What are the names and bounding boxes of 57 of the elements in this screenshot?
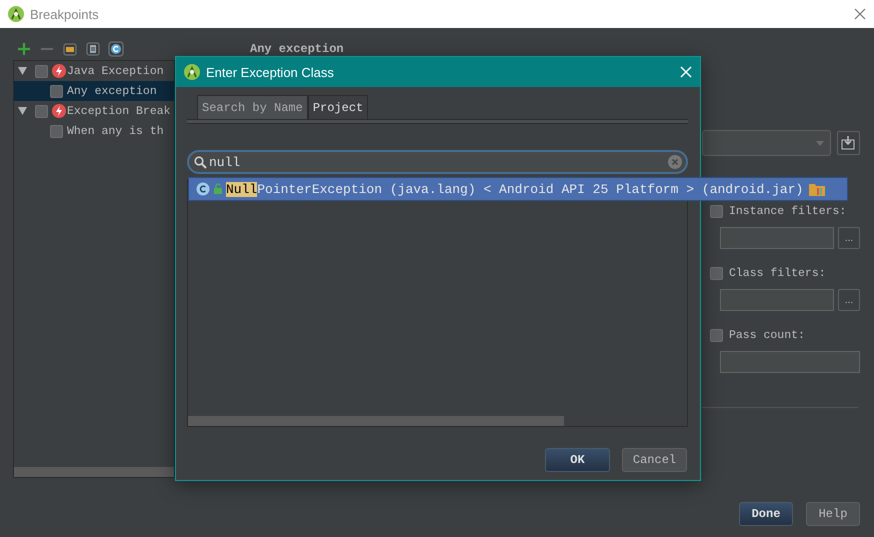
checkbox[interactable] [50,84,63,98]
scrollbar[interactable] [188,416,564,426]
result-text: NullPointerException (java.lang) < Android API 25 Platform > (android.jar) [226,182,804,196]
checkbox[interactable] [35,104,48,118]
app-icon [8,6,24,22]
lightning-icon [52,104,66,118]
checkbox[interactable] [35,64,48,78]
browse-button[interactable]: ... [838,227,860,249]
export-button[interactable] [836,131,860,155]
checkbox[interactable] [710,266,723,280]
tree-label: Java Exception [67,64,164,78]
export-icon [841,136,856,150]
class-icon[interactable] [108,40,124,56]
input-field[interactable] [720,289,834,311]
tab[interactable]: Search by Name [197,95,308,119]
tab[interactable]: Project [308,95,368,119]
folder-icon[interactable] [62,40,78,56]
lock-icon [212,183,224,195]
filter-label: Class filters: [729,266,826,280]
checkbox[interactable] [710,204,723,218]
search-icon [194,156,207,169]
window-title: Breakpoints [30,6,99,22]
class-icon [196,182,210,196]
expand-arrow-icon[interactable] [18,67,27,75]
scrollbar[interactable] [14,467,174,477]
breakpoint-title: Any exception [250,42,345,56]
close-icon[interactable] [854,8,866,20]
document-icon[interactable] [85,40,101,56]
expand-arrow-icon[interactable] [18,107,27,115]
tree-label: When any is th [67,124,164,138]
dialog-button[interactable]: Cancel [622,448,687,472]
tree-label: Any exception [67,84,157,98]
tree-item[interactable]: Exception Break [14,101,174,121]
caret-icon [816,140,824,146]
tree-label: Exception Break [67,104,171,118]
search-field[interactable]: null [187,150,688,174]
app-icon [184,64,200,80]
filter-label: Pass count: [729,328,805,342]
add-icon[interactable] [16,40,32,56]
dialog-button[interactable]: OK [545,448,610,472]
tree-item[interactable]: When any is th [14,121,174,141]
lightning-icon [52,64,66,78]
dialog-title: Enter Exception Class [206,64,334,80]
checkbox[interactable] [50,124,63,138]
library-icon [809,182,826,196]
dialog-button[interactable]: Help [806,502,860,526]
checkbox[interactable] [710,328,723,342]
browse-button[interactable]: ... [838,289,860,311]
input-field[interactable] [720,351,860,373]
clear-icon[interactable] [668,155,682,169]
input-field[interactable] [720,227,834,249]
tree-item[interactable]: Any exception [14,81,174,101]
dialog-button[interactable]: Done [739,502,793,526]
dropdown[interactable] [702,130,831,156]
filter-label: Instance filters: [729,204,846,218]
tree-item[interactable]: Java Exception [14,61,174,81]
result-item[interactable]: NullPointerException (java.lang) < Android API 25 Platform > (android.jar) [188,177,848,201]
